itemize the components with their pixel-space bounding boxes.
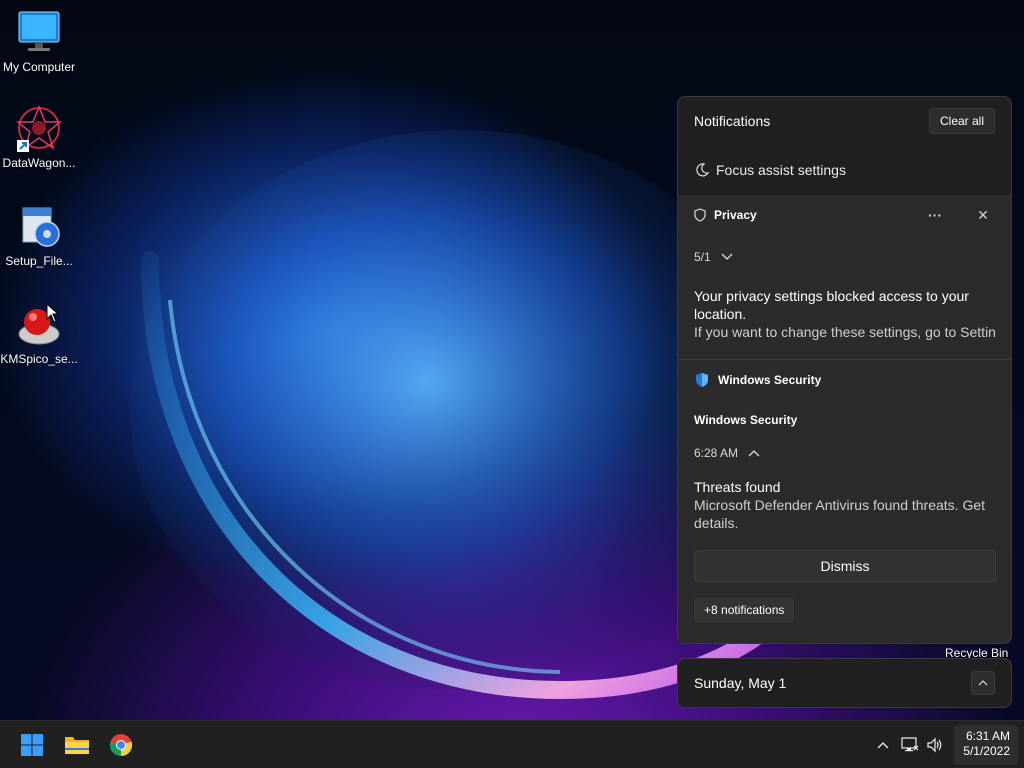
desktop-icon-label: DataWagon...: [2, 156, 76, 170]
notification-header: Notifications Clear all: [678, 97, 1011, 145]
windows-security-shield-icon: [696, 373, 708, 387]
start-icon: [21, 734, 43, 756]
moon-icon: [696, 163, 710, 177]
clear-all-button[interactable]: Clear all: [928, 108, 995, 134]
more-notifications-button[interactable]: +8 notifications: [694, 598, 795, 622]
show-hidden-icons-button[interactable]: [872, 721, 894, 768]
dismiss-button[interactable]: Dismiss: [694, 550, 996, 582]
clock-date: 5/1/2022: [963, 744, 1010, 758]
start-button[interactable]: [14, 727, 50, 763]
datawagon-icon: [15, 104, 63, 152]
calendar-header: Sunday, May 1: [677, 658, 1012, 708]
notification-subheader: Windows Security: [694, 413, 798, 427]
expand-calendar-button[interactable]: [971, 671, 995, 695]
desktop-icon-label: Setup_File...: [5, 254, 73, 268]
setup-installer-icon: [15, 202, 63, 250]
desktop-icon-label: My Computer: [2, 60, 76, 74]
notification-title: Your privacy settings blocked access to …: [694, 288, 969, 322]
network-button[interactable]: [899, 721, 921, 768]
desktop-icon-label: KMSpico_se...: [0, 352, 78, 366]
chevron-up-icon[interactable]: [748, 449, 760, 457]
focus-assist-label: Focus assist settings: [716, 162, 846, 178]
file-explorer-icon: [65, 737, 89, 754]
desktop-icon-kmspico[interactable]: KMSpico_se...: [0, 300, 78, 366]
calendar-date: Sunday, May 1: [694, 675, 787, 691]
file-explorer-button[interactable]: [59, 727, 95, 763]
notification-body: If you want to change these settings, go…: [694, 324, 995, 340]
notification-time: 5/1: [694, 250, 711, 264]
chevron-up-icon: [978, 680, 988, 686]
clock-time: 6:31 AM: [965, 729, 1010, 743]
chrome-button[interactable]: [103, 727, 139, 763]
desktop-icon-setup-file[interactable]: Setup_File...: [0, 202, 78, 268]
notification-card-windows-security[interactable]: Windows Security Windows Security 6:28 A…: [678, 360, 1011, 643]
network-icon: [901, 737, 919, 752]
mouse-cursor-icon: [46, 303, 60, 323]
chevron-down-icon[interactable]: [721, 253, 733, 261]
clock-button[interactable]: 6:31 AM 5/1/2022: [954, 725, 1018, 765]
focus-assist-settings-link[interactable]: Focus assist settings: [678, 145, 1011, 195]
notification-title: Threats found: [694, 479, 781, 495]
desktop-icon-datawagon[interactable]: DataWagon...: [0, 104, 78, 170]
notifications-title: Notifications: [694, 113, 771, 129]
taskbar: 6:31 AM 5/1/2022: [0, 720, 1024, 768]
notification-app-name: Privacy: [714, 208, 757, 222]
chrome-icon: [109, 734, 133, 757]
notification-center: Notifications Clear all Focus assist set…: [677, 96, 1012, 644]
chevron-up-icon: [877, 742, 889, 749]
notification-app-name: Windows Security: [718, 373, 822, 387]
notification-time: 6:28 AM: [694, 446, 739, 460]
volume-icon: [927, 737, 942, 753]
volume-button[interactable]: [924, 721, 946, 768]
shield-icon: [694, 208, 706, 222]
notification-body: Microsoft Defender Antivirus found threa…: [694, 497, 986, 531]
close-notification-button[interactable]: ✕: [971, 203, 995, 227]
notification-card-privacy[interactable]: Privacy ··· ✕ 5/1 Your privacy settings …: [678, 195, 1011, 359]
desktop-icon-my-computer[interactable]: My Computer: [0, 8, 78, 74]
more-options-button[interactable]: ···: [923, 203, 947, 227]
monitor-icon: [15, 8, 63, 56]
